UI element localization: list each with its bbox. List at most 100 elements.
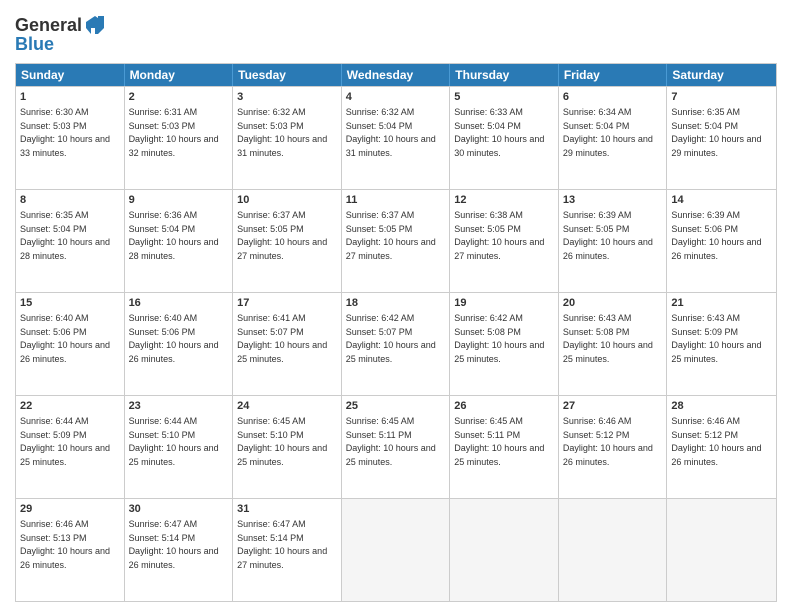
sunset-info: Sunset: 5:05 PM [454, 224, 521, 234]
calendar-cell: 25 Sunrise: 6:45 AM Sunset: 5:11 PM Dayl… [342, 396, 451, 498]
sunset-info: Sunset: 5:12 PM [563, 430, 630, 440]
daylight-label: Daylight: 10 hours and 27 minutes. [346, 237, 436, 261]
day-number: 4 [346, 90, 446, 105]
sunrise-info: Sunrise: 6:39 AM [671, 210, 740, 220]
day-number: 25 [346, 399, 446, 414]
calendar-body: 1 Sunrise: 6:30 AM Sunset: 5:03 PM Dayli… [16, 86, 776, 601]
calendar-cell: 31 Sunrise: 6:47 AM Sunset: 5:14 PM Dayl… [233, 499, 342, 601]
sunrise-info: Sunrise: 6:37 AM [237, 210, 306, 220]
daylight-label: Daylight: 10 hours and 32 minutes. [129, 134, 219, 158]
sunset-info: Sunset: 5:10 PM [237, 430, 304, 440]
day-number: 18 [346, 296, 446, 311]
day-number: 17 [237, 296, 337, 311]
calendar-cell [450, 499, 559, 601]
day-number: 2 [129, 90, 229, 105]
calendar-cell [342, 499, 451, 601]
calendar-week: 1 Sunrise: 6:30 AM Sunset: 5:03 PM Dayli… [16, 86, 776, 189]
sunset-info: Sunset: 5:07 PM [346, 327, 413, 337]
daylight-label: Daylight: 10 hours and 25 minutes. [454, 340, 544, 364]
sunrise-info: Sunrise: 6:32 AM [237, 107, 306, 117]
calendar-cell: 10 Sunrise: 6:37 AM Sunset: 5:05 PM Dayl… [233, 190, 342, 292]
sunset-info: Sunset: 5:03 PM [129, 121, 196, 131]
calendar: SundayMondayTuesdayWednesdayThursdayFrid… [15, 63, 777, 602]
day-number: 16 [129, 296, 229, 311]
day-number: 19 [454, 296, 554, 311]
calendar-cell: 22 Sunrise: 6:44 AM Sunset: 5:09 PM Dayl… [16, 396, 125, 498]
sunset-info: Sunset: 5:14 PM [129, 533, 196, 543]
sunrise-info: Sunrise: 6:32 AM [346, 107, 415, 117]
sunrise-info: Sunrise: 6:43 AM [671, 313, 740, 323]
sunset-info: Sunset: 5:06 PM [129, 327, 196, 337]
daylight-label: Daylight: 10 hours and 26 minutes. [20, 340, 110, 364]
daylight-label: Daylight: 10 hours and 25 minutes. [454, 443, 544, 467]
sunset-info: Sunset: 5:04 PM [129, 224, 196, 234]
daylight-label: Daylight: 10 hours and 26 minutes. [129, 340, 219, 364]
daylight-label: Daylight: 10 hours and 27 minutes. [454, 237, 544, 261]
sunrise-info: Sunrise: 6:45 AM [454, 416, 523, 426]
calendar-cell: 5 Sunrise: 6:33 AM Sunset: 5:04 PM Dayli… [450, 87, 559, 189]
day-number: 3 [237, 90, 337, 105]
sunset-info: Sunset: 5:04 PM [671, 121, 738, 131]
day-number: 15 [20, 296, 120, 311]
day-number: 29 [20, 502, 120, 517]
daylight-label: Daylight: 10 hours and 26 minutes. [563, 443, 653, 467]
sunset-info: Sunset: 5:12 PM [671, 430, 738, 440]
calendar-cell: 20 Sunrise: 6:43 AM Sunset: 5:08 PM Dayl… [559, 293, 668, 395]
sunset-info: Sunset: 5:08 PM [454, 327, 521, 337]
sunset-info: Sunset: 5:04 PM [346, 121, 413, 131]
day-number: 7 [671, 90, 772, 105]
sunset-info: Sunset: 5:03 PM [20, 121, 87, 131]
header: General Blue [15, 10, 777, 55]
day-number: 10 [237, 193, 337, 208]
calendar-cell: 30 Sunrise: 6:47 AM Sunset: 5:14 PM Dayl… [125, 499, 234, 601]
daylight-label: Daylight: 10 hours and 25 minutes. [20, 443, 110, 467]
day-number: 21 [671, 296, 772, 311]
day-number: 27 [563, 399, 663, 414]
sunrise-info: Sunrise: 6:47 AM [237, 519, 306, 529]
daylight-label: Daylight: 10 hours and 28 minutes. [20, 237, 110, 261]
day-number: 6 [563, 90, 663, 105]
calendar-cell: 24 Sunrise: 6:45 AM Sunset: 5:10 PM Dayl… [233, 396, 342, 498]
calendar-cell: 19 Sunrise: 6:42 AM Sunset: 5:08 PM Dayl… [450, 293, 559, 395]
sunset-info: Sunset: 5:05 PM [237, 224, 304, 234]
daylight-label: Daylight: 10 hours and 25 minutes. [129, 443, 219, 467]
calendar-cell: 12 Sunrise: 6:38 AM Sunset: 5:05 PM Dayl… [450, 190, 559, 292]
calendar-cell: 7 Sunrise: 6:35 AM Sunset: 5:04 PM Dayli… [667, 87, 776, 189]
sunset-info: Sunset: 5:10 PM [129, 430, 196, 440]
sunrise-info: Sunrise: 6:45 AM [346, 416, 415, 426]
daylight-label: Daylight: 10 hours and 25 minutes. [346, 340, 436, 364]
day-number: 24 [237, 399, 337, 414]
sunrise-info: Sunrise: 6:41 AM [237, 313, 306, 323]
calendar-week: 8 Sunrise: 6:35 AM Sunset: 5:04 PM Dayli… [16, 189, 776, 292]
daylight-label: Daylight: 10 hours and 30 minutes. [454, 134, 544, 158]
daylight-label: Daylight: 10 hours and 26 minutes. [20, 546, 110, 570]
sunset-info: Sunset: 5:11 PM [346, 430, 412, 440]
calendar-cell: 16 Sunrise: 6:40 AM Sunset: 5:06 PM Dayl… [125, 293, 234, 395]
calendar-cell: 3 Sunrise: 6:32 AM Sunset: 5:03 PM Dayli… [233, 87, 342, 189]
day-number: 1 [20, 90, 120, 105]
daylight-label: Daylight: 10 hours and 27 minutes. [237, 546, 327, 570]
day-number: 20 [563, 296, 663, 311]
weekday-header: Friday [559, 64, 668, 86]
calendar-cell: 27 Sunrise: 6:46 AM Sunset: 5:12 PM Dayl… [559, 396, 668, 498]
calendar-cell: 23 Sunrise: 6:44 AM Sunset: 5:10 PM Dayl… [125, 396, 234, 498]
sunrise-info: Sunrise: 6:40 AM [20, 313, 89, 323]
daylight-label: Daylight: 10 hours and 26 minutes. [671, 443, 761, 467]
sunrise-info: Sunrise: 6:34 AM [563, 107, 632, 117]
sunrise-info: Sunrise: 6:33 AM [454, 107, 523, 117]
daylight-label: Daylight: 10 hours and 31 minutes. [237, 134, 327, 158]
logo-icon [84, 14, 106, 36]
daylight-label: Daylight: 10 hours and 29 minutes. [671, 134, 761, 158]
calendar-cell: 28 Sunrise: 6:46 AM Sunset: 5:12 PM Dayl… [667, 396, 776, 498]
sunrise-info: Sunrise: 6:40 AM [129, 313, 198, 323]
daylight-label: Daylight: 10 hours and 33 minutes. [20, 134, 110, 158]
logo: General Blue [15, 14, 106, 55]
day-number: 23 [129, 399, 229, 414]
sunset-info: Sunset: 5:04 PM [563, 121, 630, 131]
weekday-header: Thursday [450, 64, 559, 86]
sunrise-info: Sunrise: 6:35 AM [671, 107, 740, 117]
day-number: 13 [563, 193, 663, 208]
calendar-cell: 17 Sunrise: 6:41 AM Sunset: 5:07 PM Dayl… [233, 293, 342, 395]
sunset-info: Sunset: 5:06 PM [20, 327, 87, 337]
calendar-cell: 9 Sunrise: 6:36 AM Sunset: 5:04 PM Dayli… [125, 190, 234, 292]
